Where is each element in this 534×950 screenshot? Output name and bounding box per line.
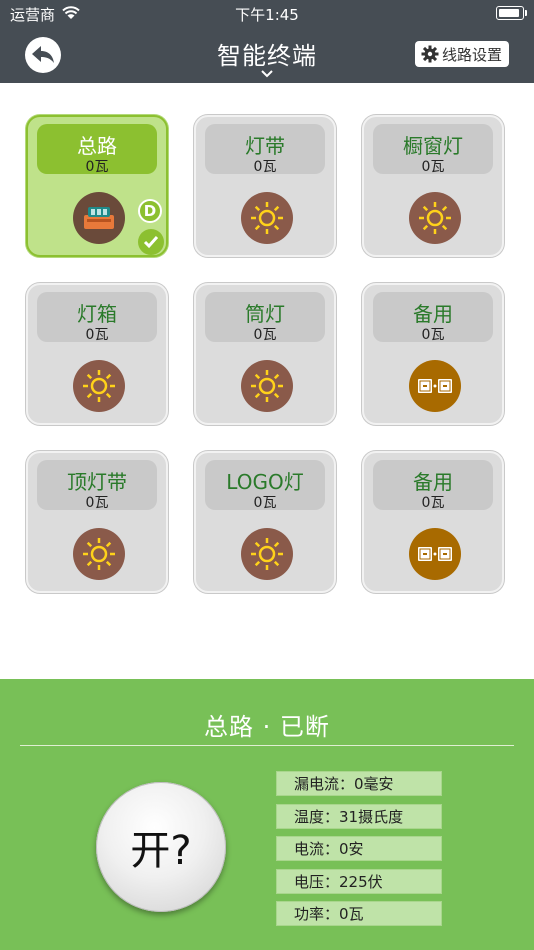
tile-power: 0瓦 (85, 327, 109, 343)
sun-icon (241, 528, 293, 580)
tile-main-circuit[interactable]: 总路 0瓦 D (26, 115, 168, 257)
chevron-down-icon[interactable] (261, 70, 273, 78)
status-bar: 运营商 下午1:45 (0, 0, 534, 26)
tile-power: 0瓦 (253, 495, 277, 511)
tile-window-light[interactable]: 橱窗灯 0瓦 (362, 115, 504, 257)
clock: 下午1:45 (235, 6, 299, 24)
tile-label-box: 备用 0瓦 (373, 460, 493, 511)
tile-label-box: 橱窗灯 0瓦 (373, 124, 493, 175)
gear-icon (421, 45, 439, 63)
tile-logo-light[interactable]: LOGO灯 0瓦 (194, 451, 336, 593)
power-reading: 功率：0瓦 (276, 901, 442, 926)
sun-icon (73, 528, 125, 580)
tile-ceiling-strip[interactable]: 顶灯带 0瓦 (26, 451, 168, 593)
d-badge: D (138, 199, 162, 223)
tile-name: 备用 (413, 302, 453, 326)
tile-name: 顶灯带 (67, 470, 127, 494)
tile-spare-1[interactable]: 备用 0瓦 (362, 283, 504, 425)
sun-icon (241, 360, 293, 412)
temperature-reading: 温度：31摄氏度 (276, 803, 442, 829)
tile-name: 灯带 (245, 134, 285, 158)
tile-power: 0瓦 (421, 495, 445, 511)
tile-power: 0瓦 (253, 327, 277, 343)
tile-label-box: 备用 0瓦 (373, 292, 493, 343)
tile-label-box: 灯箱 0瓦 (37, 292, 157, 343)
tile-name: 灯箱 (77, 302, 117, 326)
nav-bar: 智能终端 线路设置 (0, 26, 534, 83)
tile-power: 0瓦 (253, 159, 277, 175)
line-settings-label: 线路设置 (441, 45, 502, 64)
breaker-icon (73, 192, 125, 244)
sun-icon (241, 192, 293, 244)
line-settings-button[interactable]: 线路设置 (414, 41, 509, 67)
tile-label-box: 顶灯带 0瓦 (37, 460, 157, 511)
tile-spare-2[interactable]: 备用 0瓦 (362, 451, 504, 593)
tile-downlight[interactable]: 筒灯 0瓦 (194, 283, 336, 425)
tile-power: 0瓦 (421, 327, 445, 343)
tile-label-box: 总路 0瓦 (37, 124, 157, 175)
divider (20, 745, 514, 746)
tile-label-box: 筒灯 0瓦 (205, 292, 325, 343)
tile-name: 橱窗灯 (403, 134, 463, 158)
current-reading: 电流：0安 (276, 836, 442, 861)
tile-name: 总路 (77, 134, 117, 158)
battery-icon (496, 6, 527, 20)
tile-name: 备用 (413, 470, 453, 494)
tile-label-box: 灯带 0瓦 (205, 124, 325, 175)
tile-name: LOGO灯 (226, 470, 304, 494)
tile-power: 0瓦 (85, 159, 109, 175)
sun-icon (73, 360, 125, 412)
check-icon (138, 229, 164, 255)
tile-label-box: LOGO灯 0瓦 (205, 460, 325, 511)
panel-title: 总路 · 已断 (204, 713, 330, 741)
sun-icon (409, 192, 461, 244)
tile-name: 筒灯 (245, 302, 285, 326)
power-toggle-button[interactable]: 开? (96, 782, 226, 912)
tile-light-box[interactable]: 灯箱 0瓦 (26, 283, 168, 425)
tile-power: 0瓦 (421, 159, 445, 175)
on-off-switch-icon (409, 528, 461, 580)
tile-power: 0瓦 (85, 495, 109, 511)
readings-list: 漏电流：0毫安 温度：31摄氏度 电流：0安 电压：225伏 功率：0瓦 (276, 771, 442, 934)
on-off-switch-icon (409, 360, 461, 412)
tile-light-strip[interactable]: 灯带 0瓦 (194, 115, 336, 257)
leakage-current-reading: 漏电流：0毫安 (276, 771, 442, 796)
voltage-reading: 电压：225伏 (276, 868, 442, 894)
status-panel: 总路 · 已断 开? 漏电流：0毫安 温度：31摄氏度 电流：0安 电压：225… (0, 679, 534, 950)
